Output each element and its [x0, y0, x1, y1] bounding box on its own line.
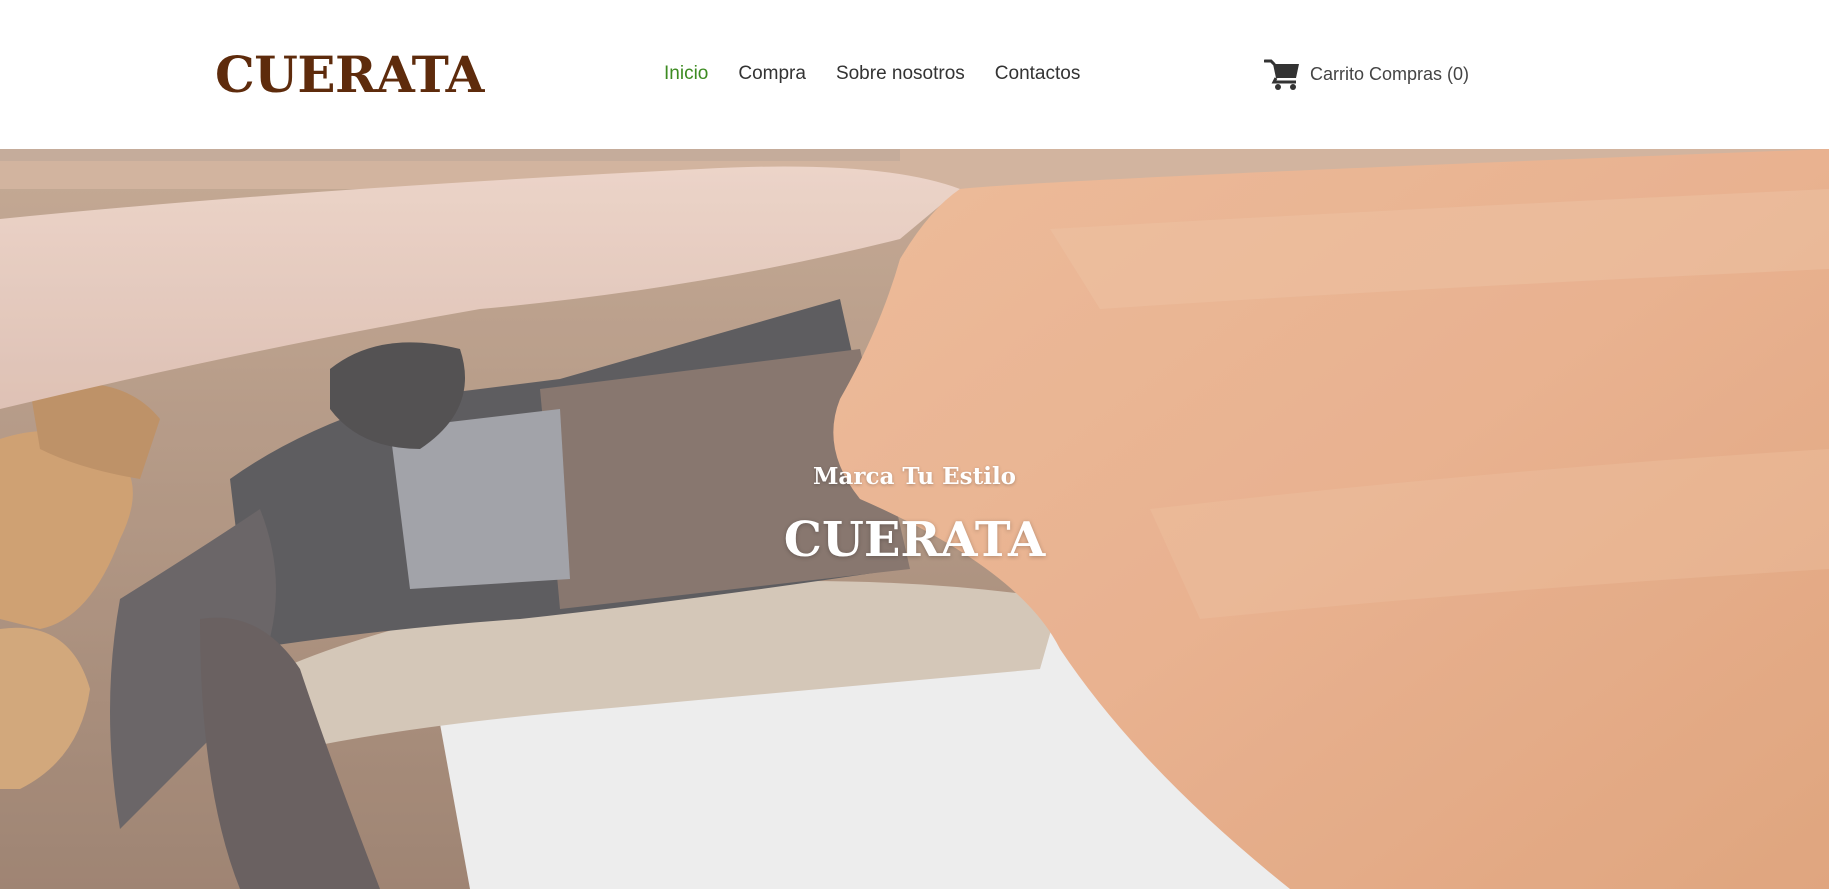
hero-title: CUERATA: [783, 512, 1046, 568]
hero-banner: Marca Tu Estilo CUERATA: [0, 149, 1829, 889]
shopping-cart-icon: [1263, 57, 1300, 91]
brand-logo[interactable]: CUERATA: [215, 40, 484, 110]
nav-item-inicio[interactable]: Inicio: [664, 63, 708, 85]
cart-link[interactable]: Carrito Compras (0): [1263, 56, 1470, 92]
nav-item-compra[interactable]: Compra: [738, 63, 806, 85]
nav-item-contactos[interactable]: Contactos: [995, 63, 1081, 85]
site-header: CUERATA Inicio Compra Sobre nosotros Con…: [0, 0, 1829, 149]
main-nav: Inicio Compra Sobre nosotros Contactos: [664, 60, 1110, 88]
hero-subtitle: Marca Tu Estilo: [812, 463, 1017, 490]
nav-item-sobre-nosotros[interactable]: Sobre nosotros: [836, 63, 965, 85]
cart-label: Carrito Compras (0): [1310, 63, 1470, 84]
